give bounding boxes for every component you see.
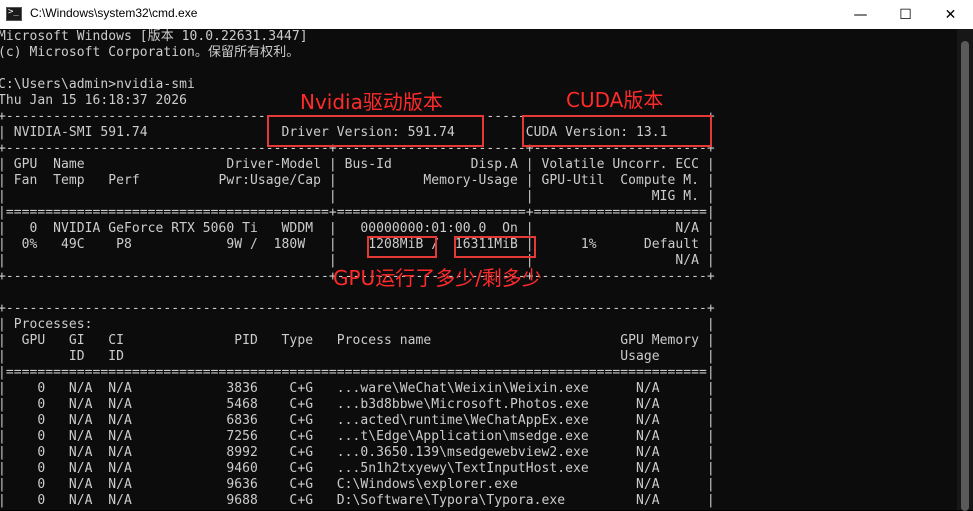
terminal-line: | 0 N/A N/A 3836 C+G ...ware\WeChat\Weix… bbox=[0, 381, 715, 396]
terminal-line: | 0 N/A N/A 9460 C+G ...5n1h2txyewy\Text… bbox=[0, 461, 715, 476]
minimize-button[interactable]: — bbox=[838, 0, 883, 29]
terminal-line: | 0 N/A N/A 7256 C+G ...t\Edge\Applicati… bbox=[0, 429, 715, 444]
terminal-line: | | | MIG M. | bbox=[0, 189, 715, 204]
terminal-line: Microsoft Windows [版本 10.0.22631.3447] bbox=[0, 29, 308, 44]
window-title: C:\Windows\system32\cmd.exe bbox=[30, 6, 198, 20]
terminal-line: |=======================================… bbox=[0, 205, 715, 220]
memory-usage-annotation: GPU运行了多少/剩多少 bbox=[333, 266, 542, 290]
terminal-line: | 0 N/A N/A 5468 C+G ...b3d8bbwe\Microso… bbox=[0, 397, 715, 412]
terminal-line: | 0 N/A N/A 9636 C+G C:\Windows\explorer… bbox=[0, 477, 715, 492]
cuda-version-highlight bbox=[522, 115, 712, 147]
terminal-line: | 0 N/A N/A 9688 C+G D:\Software\Typora\… bbox=[0, 493, 715, 508]
title-bar[interactable]: C:\Windows\system32\cmd.exe — ☐ ✕ bbox=[0, 0, 973, 29]
scrollbar-thumb[interactable] bbox=[961, 41, 969, 511]
memory-used-highlight bbox=[367, 236, 437, 258]
terminal-line: | 0 N/A N/A 8992 C+G ...0.3650.139\msedg… bbox=[0, 445, 715, 460]
terminal-line: | Fan Temp Perf Pwr:Usage/Cap | Memory-U… bbox=[0, 173, 715, 188]
cuda-version-annotation: CUDA版本 bbox=[566, 88, 664, 112]
vertical-scrollbar[interactable] bbox=[957, 29, 973, 511]
driver-version-annotation: Nvidia驱动版本 bbox=[300, 90, 443, 114]
terminal-line: C:\Users\admin>nvidia-smi bbox=[0, 77, 195, 92]
cmd-icon bbox=[6, 7, 22, 21]
terminal-line: (c) Microsoft Corporation。保留所有权利。 bbox=[0, 45, 300, 60]
maximize-button[interactable]: ☐ bbox=[883, 0, 928, 29]
terminal-line: | 0% 49C P8 9W / 180W | 1208MiB / 16311M… bbox=[0, 237, 715, 252]
terminal-line: | GPU Name Driver-Model | Bus-Id Disp.A … bbox=[0, 157, 715, 172]
terminal-line: | 0 N/A N/A 6836 C+G ...acted\runtime\We… bbox=[0, 413, 715, 428]
terminal-line: | 0 NVIDIA GeForce RTX 5060 Ti WDDM | 00… bbox=[0, 221, 715, 236]
terminal-line: +---------------------------------------… bbox=[0, 301, 715, 316]
terminal-line: | ID ID Usage | bbox=[0, 349, 715, 364]
terminal-line: | GPU GI CI PID Type Process name GPU Me… bbox=[0, 333, 715, 348]
terminal-line: | Processes: | bbox=[0, 317, 715, 332]
terminal-line: |=======================================… bbox=[0, 365, 715, 380]
terminal-line: Thu Jan 15 16:18:37 2026 bbox=[0, 93, 188, 108]
close-button[interactable]: ✕ bbox=[928, 0, 973, 29]
driver-version-highlight bbox=[267, 115, 484, 147]
memory-total-highlight bbox=[454, 236, 536, 258]
